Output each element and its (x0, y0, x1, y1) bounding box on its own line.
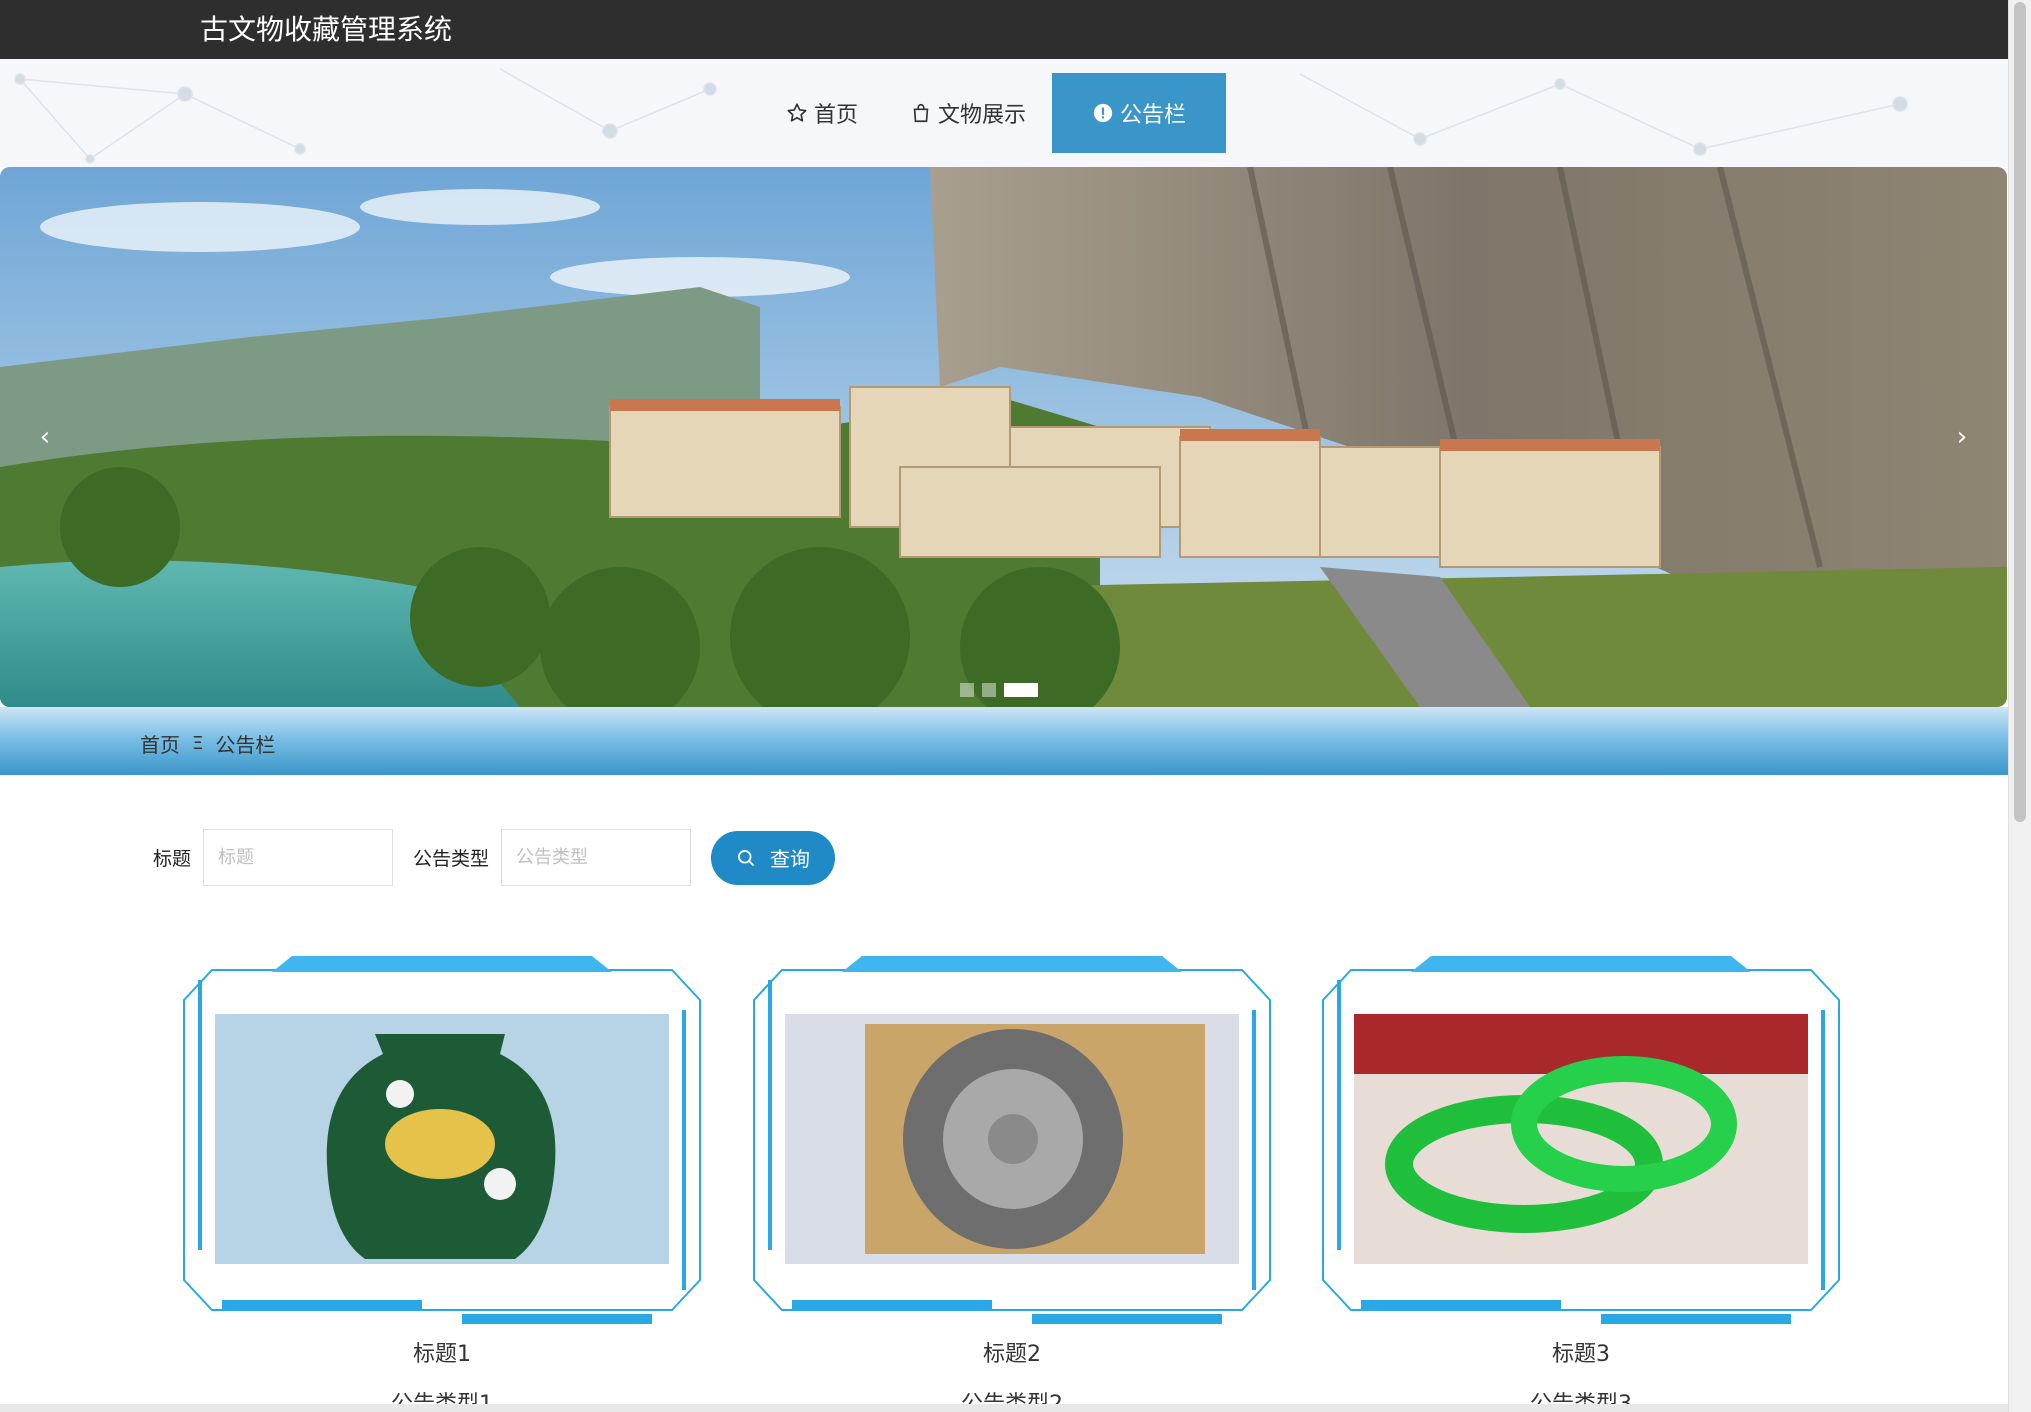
notice-card-1[interactable]: 标题1 公告类型1 (172, 950, 712, 1412)
title-input[interactable] (203, 829, 394, 886)
banner-carousel[interactable]: ‹ › (0, 167, 2007, 707)
vertical-scrollbar[interactable] (2008, 0, 2031, 1412)
breadcrumb-separator: Ξ (192, 733, 204, 754)
notice-title[interactable]: 标题1 (172, 1336, 712, 1368)
horizontal-scrollbar[interactable] (0, 1404, 2008, 1412)
banner-image (0, 167, 2007, 707)
nav-item-home[interactable]: 首页 (760, 73, 884, 153)
nav-area: 首页 文物展示 公告栏 (0, 59, 2008, 167)
nav-item-notices-label: 公告栏 (1120, 103, 1187, 128)
nav-item-exhibits[interactable]: 文物展示 (884, 73, 1052, 153)
type-input[interactable] (501, 829, 692, 886)
search-button[interactable]: 查询 (711, 830, 836, 885)
search-form: 标题 公告类型 查询 (153, 829, 836, 886)
title-label: 标题 (153, 848, 192, 870)
notice-title[interactable]: 标题3 (1311, 1336, 1851, 1368)
breadcrumb-home[interactable]: 首页 (140, 729, 180, 758)
notice-card-3[interactable]: 标题3 公告类型3 (1311, 950, 1851, 1412)
breadcrumb-bar: 首页 Ξ 公告栏 (0, 707, 2008, 775)
notice-list: 标题1 公告类型1 标题2 公告类型2 标题3 公告类型3 (172, 950, 1852, 1412)
carousel-prev-button[interactable]: ‹ (30, 417, 60, 457)
app-title: 古文物收藏管理系统 (200, 13, 453, 46)
breadcrumb: 首页 Ξ 公告栏 (140, 729, 275, 758)
search-icon (738, 849, 755, 866)
top-bar: 古文物收藏管理系统 (0, 0, 2008, 59)
search-button-label: 查询 (770, 849, 811, 871)
scrollbar-thumb[interactable] (2014, 2, 2026, 822)
plate-image (785, 1014, 1239, 1264)
star-icon (787, 103, 807, 122)
bag-icon (913, 103, 929, 123)
notice-image (785, 1014, 1239, 1264)
notice-image (1354, 1014, 1808, 1264)
nav-item-home-label: 首页 (814, 103, 859, 128)
notice-card-2[interactable]: 标题2 公告类型2 (742, 950, 1282, 1412)
notice-title[interactable]: 标题2 (742, 1336, 1282, 1368)
type-label: 公告类型 (413, 848, 490, 870)
notice-image (215, 1014, 669, 1264)
carousel-dot-2[interactable] (982, 683, 996, 697)
main-nav: 首页 文物展示 公告栏 (760, 73, 1227, 153)
nav-item-notices[interactable]: 公告栏 (1052, 73, 1227, 153)
vase-image (215, 1014, 669, 1264)
carousel-dot-3[interactable] (1004, 683, 1038, 697)
carousel-dot-1[interactable] (960, 683, 974, 697)
bangle-image (1354, 1014, 1808, 1264)
carousel-next-button[interactable]: › (1947, 417, 1977, 457)
breadcrumb-current: 公告栏 (215, 733, 276, 757)
alert-icon (1093, 103, 1113, 123)
carousel-indicators (960, 683, 1038, 697)
nav-item-exhibits-label: 文物展示 (938, 103, 1027, 128)
